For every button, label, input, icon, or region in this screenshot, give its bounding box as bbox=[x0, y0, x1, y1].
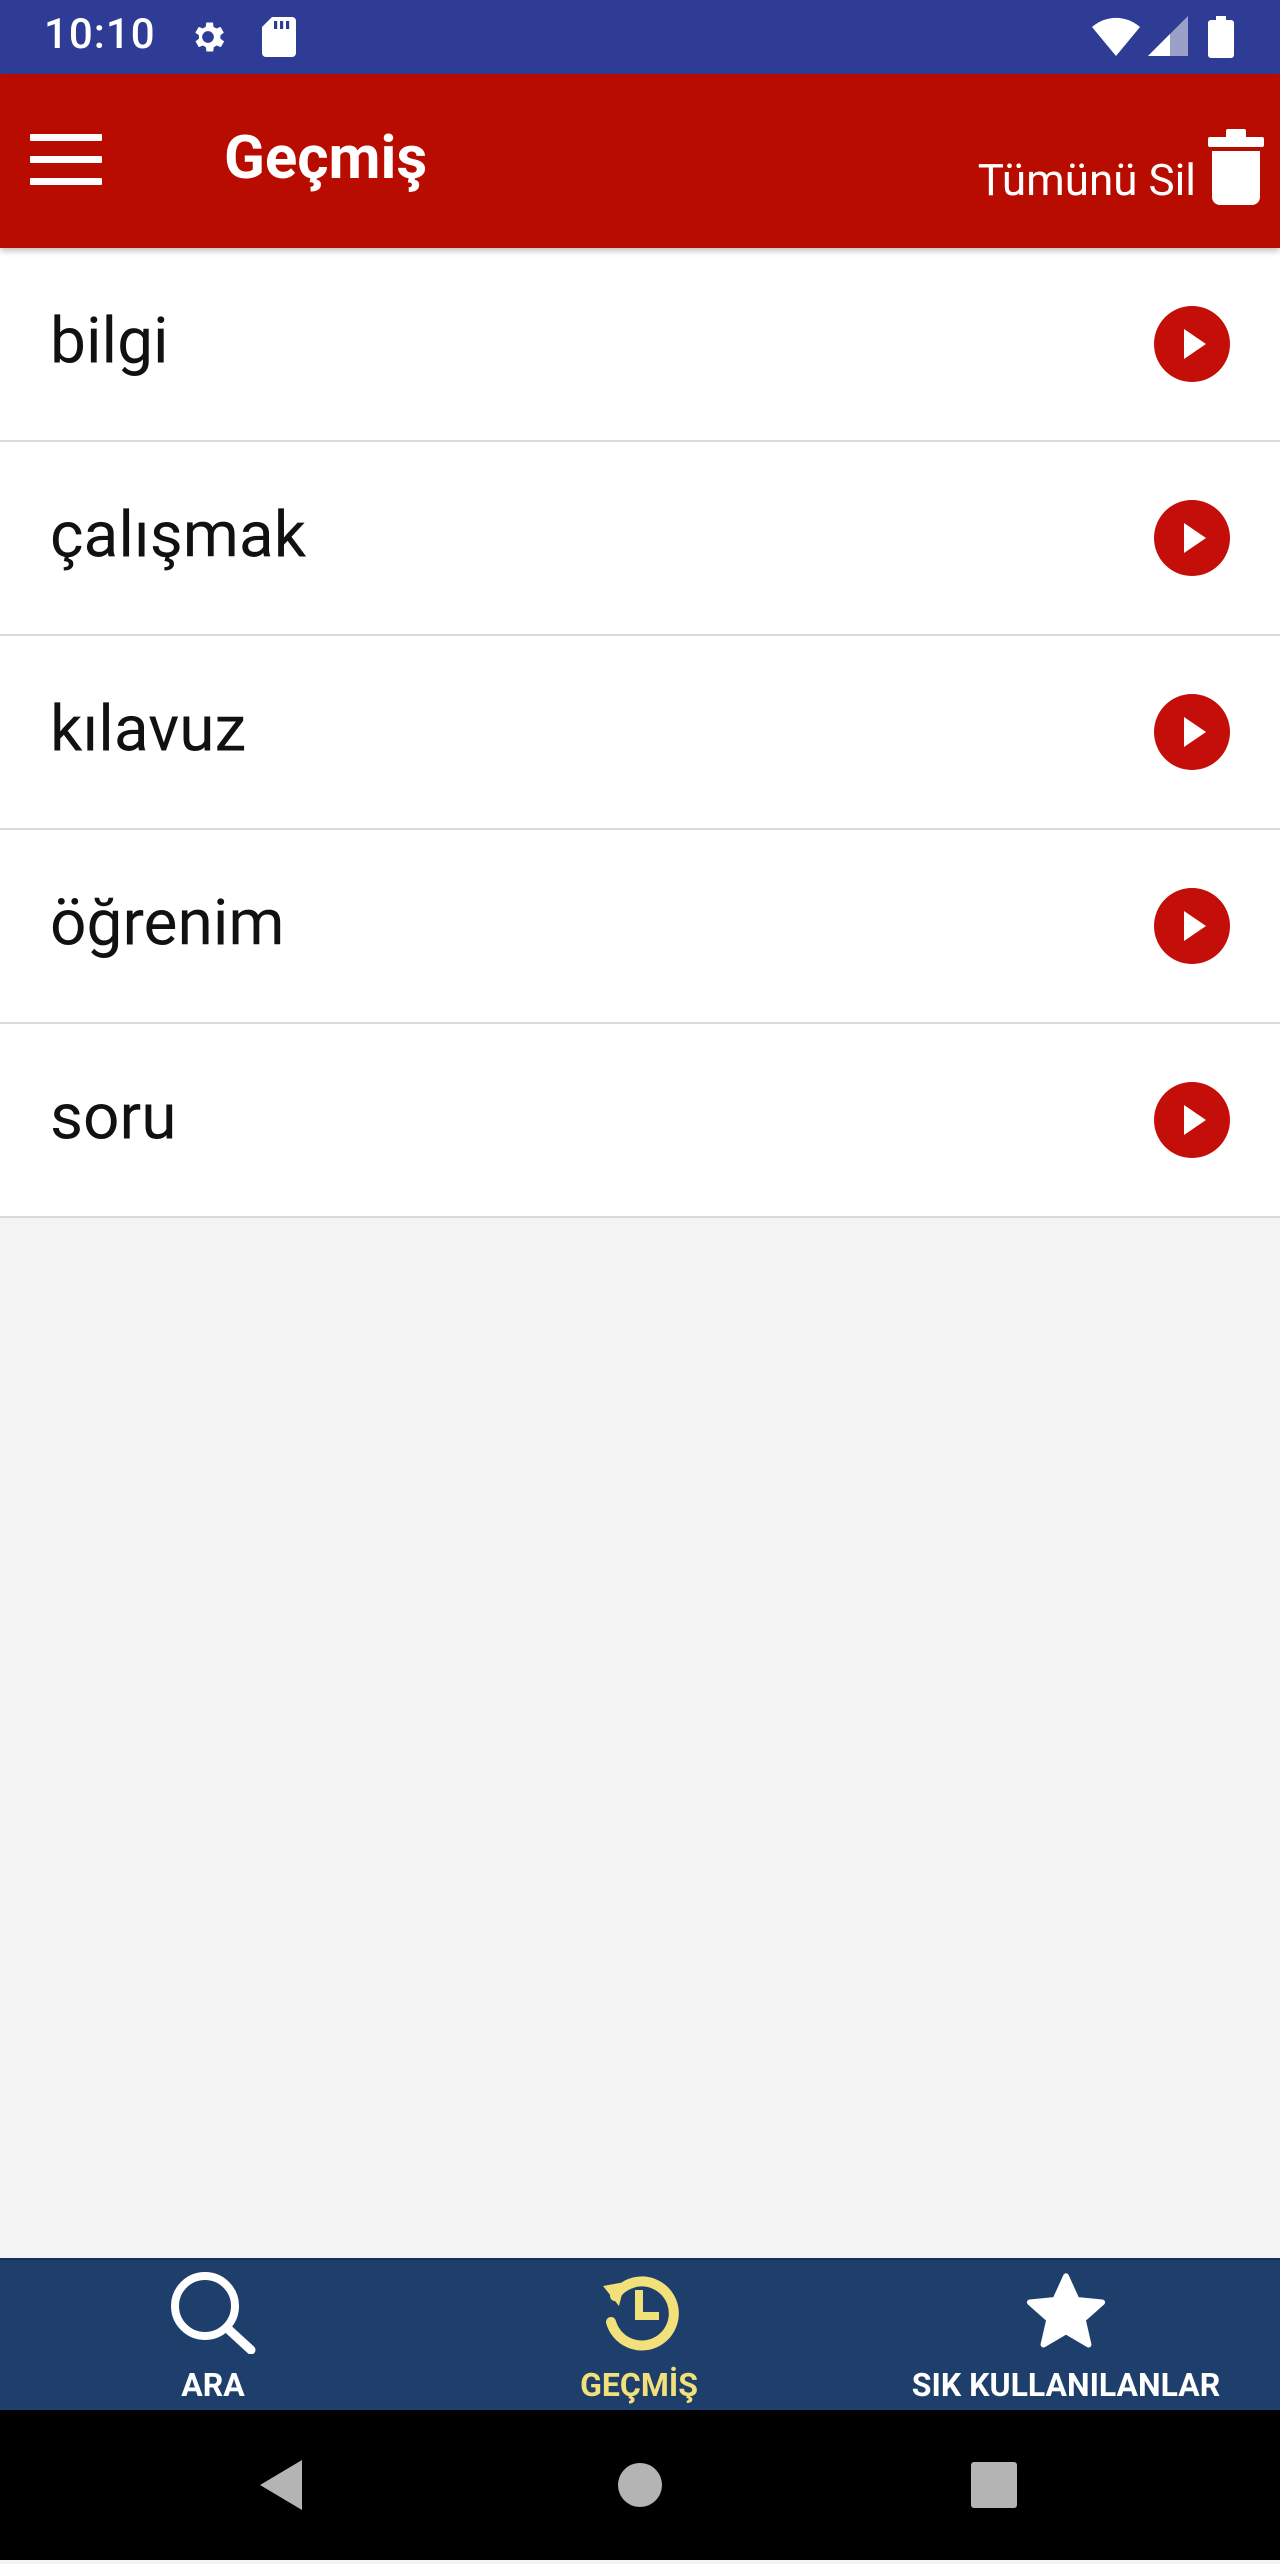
status-bar: 10:10 bbox=[0, 0, 1280, 74]
delete-all-button[interactable]: Tümünü Sil bbox=[978, 122, 1264, 212]
list-item[interactable]: bilgi bbox=[0, 248, 1280, 442]
wifi-icon bbox=[1092, 17, 1140, 56]
tab-search-label: ARA bbox=[181, 2366, 245, 2404]
home-icon bbox=[618, 2463, 662, 2507]
play-icon[interactable] bbox=[1154, 694, 1230, 770]
play-icon[interactable] bbox=[1154, 1082, 1230, 1158]
tab-favorites-label: SIK KULLANILANLAR bbox=[911, 2366, 1221, 2404]
play-icon[interactable] bbox=[1154, 306, 1230, 382]
list-item[interactable]: öğrenim bbox=[0, 830, 1280, 1024]
history-list: bilgi çalışmak kılavuz öğrenim soru bbox=[0, 248, 1280, 1218]
status-time: 10:10 bbox=[44, 10, 156, 59]
list-item[interactable]: çalışmak bbox=[0, 442, 1280, 636]
trash-icon bbox=[1208, 129, 1264, 205]
recents-button[interactable] bbox=[934, 2410, 1054, 2560]
tab-history-label: GEÇMİŞ bbox=[580, 2366, 698, 2404]
page-title: Geçmiş bbox=[224, 122, 428, 193]
play-icon[interactable] bbox=[1154, 500, 1230, 576]
home-button[interactable] bbox=[580, 2410, 700, 2560]
list-item[interactable]: soru bbox=[0, 1024, 1280, 1218]
app-bar: Geçmiş Tümünü Sil bbox=[0, 74, 1280, 248]
list-item-label: bilgi bbox=[50, 303, 169, 379]
back-icon bbox=[260, 2460, 302, 2510]
recents-icon bbox=[971, 2462, 1017, 2508]
list-item-label: kılavuz bbox=[50, 691, 247, 767]
list-item[interactable]: kılavuz bbox=[0, 636, 1280, 830]
search-icon bbox=[171, 2272, 256, 2354]
menu-icon[interactable] bbox=[30, 134, 102, 188]
tab-favorites[interactable]: SIK KULLANILANLAR bbox=[852, 2260, 1280, 2412]
delete-all-label: Tümünü Sil bbox=[977, 154, 1196, 206]
sd-card-icon bbox=[262, 17, 296, 57]
bottom-nav: ARA GEÇMİŞ SIK KULLANILANLAR bbox=[0, 2258, 1280, 2412]
tab-search[interactable]: ARA bbox=[0, 2260, 426, 2412]
tab-history[interactable]: GEÇMİŞ bbox=[426, 2260, 852, 2412]
star-icon bbox=[1026, 2273, 1106, 2348]
list-item-label: çalışmak bbox=[50, 497, 307, 573]
list-item-label: öğrenim bbox=[50, 885, 285, 961]
play-icon[interactable] bbox=[1154, 888, 1230, 964]
gear-icon bbox=[195, 22, 225, 52]
system-nav-bar bbox=[0, 2410, 1280, 2560]
list-item-label: soru bbox=[50, 1079, 177, 1155]
history-icon bbox=[603, 2276, 679, 2351]
battery-icon bbox=[1208, 16, 1234, 58]
back-button[interactable] bbox=[222, 2410, 342, 2560]
cell-signal-icon bbox=[1148, 16, 1188, 56]
